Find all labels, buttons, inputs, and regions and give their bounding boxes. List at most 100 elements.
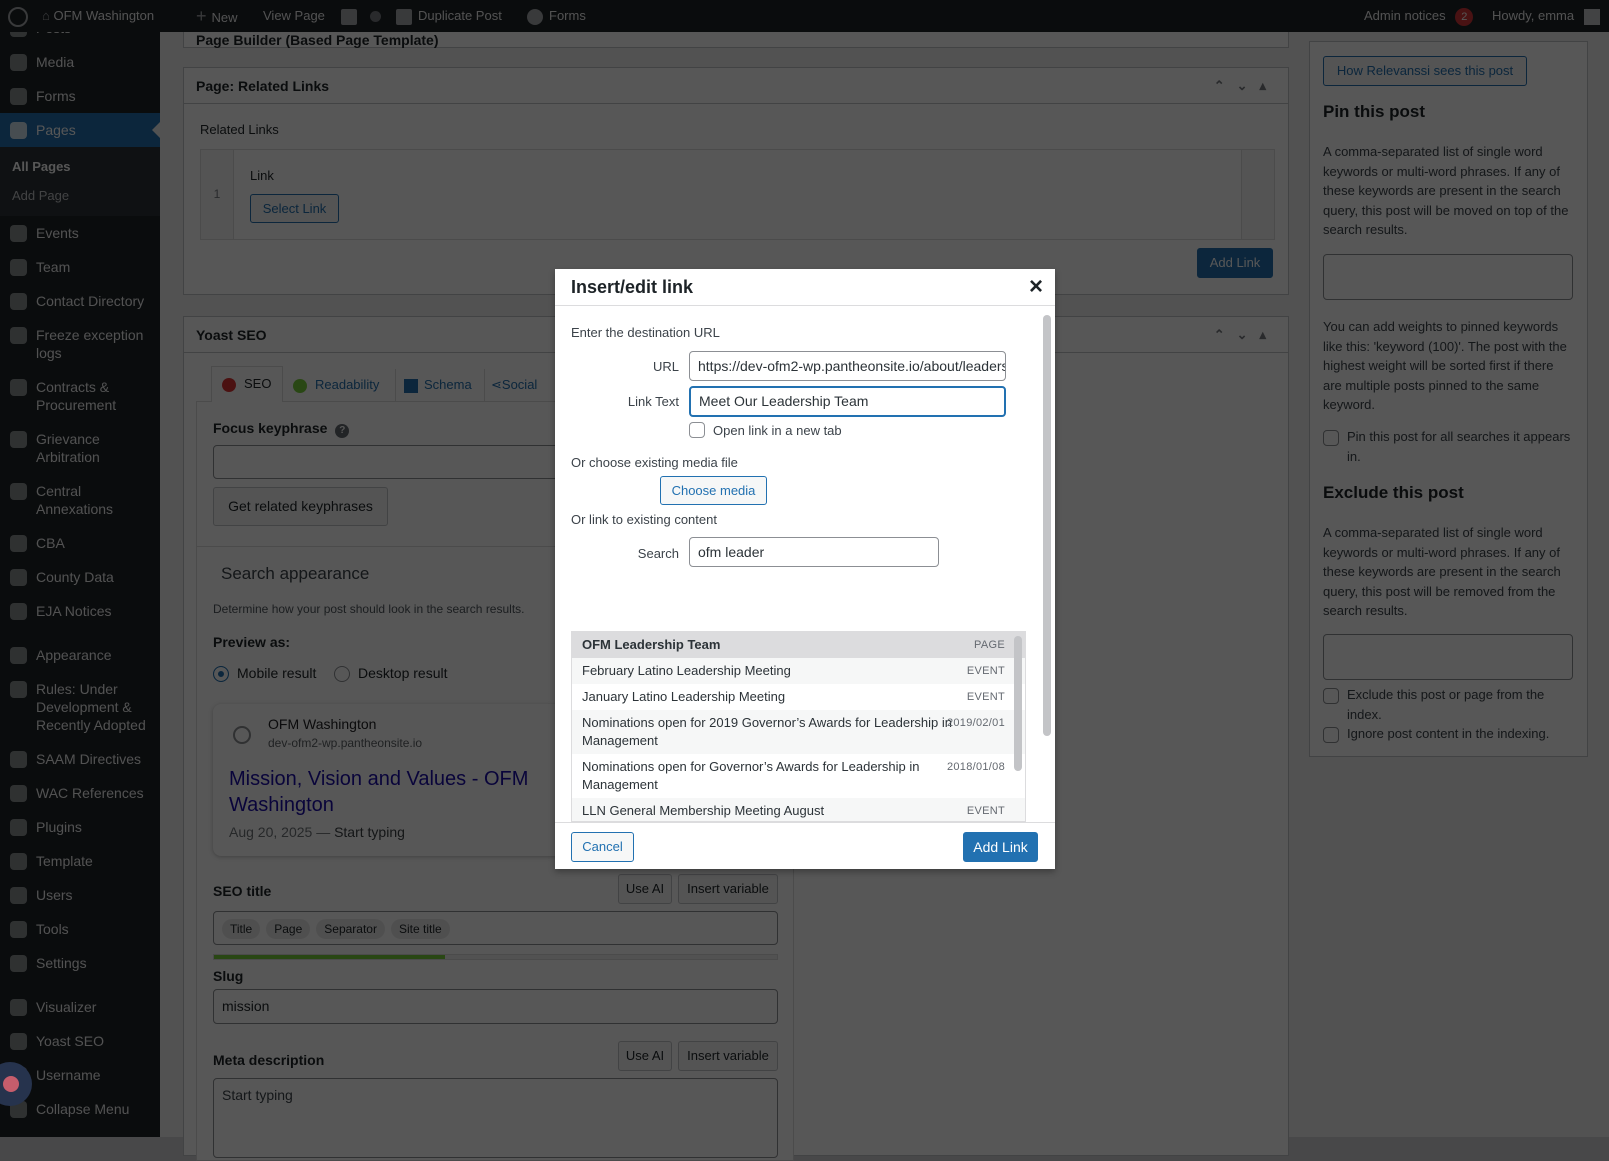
search-result-item[interactable]: LLN General Membership Meeting August EVE…	[572, 798, 1025, 821]
sidebar-item-label: CBA	[36, 535, 65, 551]
admin-notices-link[interactable]: Admin notices 2	[1364, 0, 1474, 32]
pin-keywords-textarea[interactable]	[1323, 254, 1573, 300]
result-title: OFM Leadership Team	[582, 637, 721, 652]
variable-pill: Site title	[390, 919, 450, 939]
get-related-keyphrases-button[interactable]: Get related keyphrases	[213, 487, 388, 526]
add-link-submit-button[interactable]: Add Link	[963, 832, 1038, 862]
tab-schema[interactable]: Schema	[395, 369, 484, 401]
search-input[interactable]: ofm leader	[689, 537, 939, 567]
meta-insert-variable-button[interactable]: Insert variable	[678, 1041, 778, 1071]
result-title: February Latino Leadership Meeting	[582, 663, 791, 678]
seo-score-bad-icon	[222, 377, 236, 392]
tab-social[interactable]: ⋖Social	[484, 369, 554, 401]
add-link-button[interactable]: Add Link	[1197, 248, 1273, 278]
menu-icon	[10, 293, 27, 310]
duplicate-post-link[interactable]: Duplicate Post	[396, 0, 502, 32]
search-result-item[interactable]: Nominations open for Governor’s Awards f…	[572, 754, 1025, 798]
globe-icon	[233, 726, 251, 744]
sidebar-item-eja-notices[interactable]: EJA Notices	[0, 594, 160, 628]
select-link-button[interactable]: Select Link	[250, 194, 339, 223]
repeater-table: 1 Link Select Link	[200, 149, 1275, 240]
sidebar-item-central-annexations[interactable]: Central Annexations	[0, 474, 160, 526]
sidebar-item-team[interactable]: Team	[0, 250, 160, 284]
open-new-tab-checkbox[interactable]	[689, 422, 705, 438]
seo-title-input[interactable]: Title Page Separator Site title	[213, 911, 778, 945]
menu-icon	[10, 88, 27, 105]
menu-icon	[10, 853, 27, 870]
help-icon[interactable]: ?	[335, 424, 350, 438]
slug-input[interactable]: mission	[213, 989, 778, 1024]
box-controls[interactable]: ⌃⌄▴	[1214, 317, 1278, 353]
meta-description-textarea[interactable]: Start typing	[213, 1078, 778, 1158]
sidebar-item-events[interactable]: Events	[0, 216, 160, 250]
results-scrollbar[interactable]	[1014, 636, 1022, 771]
result-type: EVENT	[966, 805, 1005, 817]
dialog-scrollbar[interactable]	[1043, 315, 1051, 736]
choose-media-button[interactable]: Choose media	[660, 476, 767, 505]
how-relevanssi-sees-button[interactable]: How Relevanssi sees this post	[1323, 56, 1527, 86]
sidebar-item-visualizer[interactable]: Visualizer	[0, 990, 160, 1024]
box-controls[interactable]: ⌃⌄▴	[1214, 68, 1278, 104]
sidebar-item-plugins[interactable]: Plugins	[0, 810, 160, 844]
wordpress-logo-icon[interactable]	[8, 0, 28, 32]
user-menu[interactable]: Howdy, emma	[1492, 0, 1600, 32]
cancel-button[interactable]: Cancel	[571, 832, 634, 862]
search-result-item[interactable]: Nominations open for 2019 Governor’s Awa…	[572, 710, 1025, 754]
avatar	[1583, 8, 1600, 25]
result-title: Nominations open for 2019 Governor’s Awa…	[582, 715, 952, 748]
row-number[interactable]: 1	[201, 150, 234, 239]
sidebar-item-cba[interactable]: CBA	[0, 526, 160, 560]
sidebar-item-rules-under-development-recently-adopted[interactable]: Rules: Under Development & Recently Adop…	[0, 672, 160, 742]
exclude-keywords-textarea[interactable]	[1323, 634, 1573, 680]
menu-icon	[10, 327, 27, 344]
meta-description-label: Meta description	[213, 1052, 325, 1068]
sidebar-item-label: EJA Notices	[36, 603, 112, 619]
sidebar-item-appearance[interactable]: Appearance	[0, 638, 160, 672]
forms-link[interactable]: Forms	[527, 0, 586, 32]
sidebar-item-pages[interactable]: Pages	[0, 113, 160, 147]
sidebar-item-media[interactable]: Media	[0, 45, 160, 79]
exclude-index-checkbox[interactable]	[1323, 688, 1339, 704]
close-icon[interactable]: ×	[1029, 273, 1043, 301]
new-content-link[interactable]: + New	[196, 0, 238, 32]
meta-use-ai-button[interactable]: Use AI	[618, 1041, 672, 1071]
sidebar-item-users[interactable]: Users	[0, 878, 160, 912]
link-text-input[interactable]: Meet Our Leadership Team	[689, 386, 1006, 417]
tab-readability[interactable]: Readability	[283, 369, 395, 401]
view-page-link[interactable]: View Page	[263, 0, 325, 32]
admin-sidebar: PostsMediaFormsPagesAll PagesAdd PageEve…	[0, 0, 160, 1137]
sidebar-item-label: Yoast SEO	[36, 1033, 104, 1049]
search-result-item[interactable]: OFM Leadership Team PAGE	[572, 632, 1025, 658]
sidebar-item-grievance-arbitration[interactable]: Grievance Arbitration	[0, 422, 160, 474]
seo-title-insert-variable-button[interactable]: Insert variable	[678, 874, 778, 904]
site-home-link[interactable]: ⌂ OFM Washington	[42, 0, 154, 32]
sidebar-item-county-data[interactable]: County Data	[0, 560, 160, 594]
sidebar-item-contact-directory[interactable]: Contact Directory	[0, 284, 160, 318]
submenu-item[interactable]: Add Page	[0, 181, 160, 210]
search-result-item[interactable]: January Latino Leadership Meeting EVENT	[572, 684, 1025, 710]
sidebar-item-contracts-procurement[interactable]: Contracts & Procurement	[0, 370, 160, 422]
sidebar-item-forms[interactable]: Forms	[0, 79, 160, 113]
preview-meta: Aug 20, 2025 — Start typing	[229, 824, 405, 840]
pin-all-checkbox[interactable]	[1323, 430, 1339, 446]
sidebar-item-wac-references[interactable]: WAC References	[0, 776, 160, 810]
yoast-icon[interactable]	[341, 0, 357, 32]
desktop-result-radio[interactable]: Desktop result	[334, 665, 447, 683]
media-file-label: Or choose existing media file	[571, 455, 738, 470]
mobile-result-radio[interactable]: Mobile result	[213, 665, 316, 683]
search-result-item[interactable]: February Latino Leadership Meeting EVENT	[572, 658, 1025, 684]
seo-title-use-ai-button[interactable]: Use AI	[618, 874, 672, 904]
sidebar-item-yoast-seo[interactable]: Yoast SEO	[0, 1024, 160, 1058]
sidebar-item-template[interactable]: Template	[0, 844, 160, 878]
box-title: Page: Related Links	[196, 78, 330, 94]
submenu-item[interactable]: All Pages	[0, 152, 160, 181]
row-actions[interactable]	[1241, 150, 1274, 239]
ignore-content-checkbox[interactable]	[1323, 727, 1339, 743]
sidebar-item-freeze-exception-logs[interactable]: Freeze exception logs	[0, 318, 160, 370]
preview-as-label: Preview as:	[213, 634, 291, 650]
tab-seo[interactable]: SEO	[211, 366, 283, 402]
sidebar-item-saam-directives[interactable]: SAAM Directives	[0, 742, 160, 776]
sidebar-item-settings[interactable]: Settings	[0, 946, 160, 980]
url-input[interactable]: https://dev-ofm2-wp.pantheonsite.io/abou…	[689, 351, 1006, 381]
sidebar-item-tools[interactable]: Tools	[0, 912, 160, 946]
